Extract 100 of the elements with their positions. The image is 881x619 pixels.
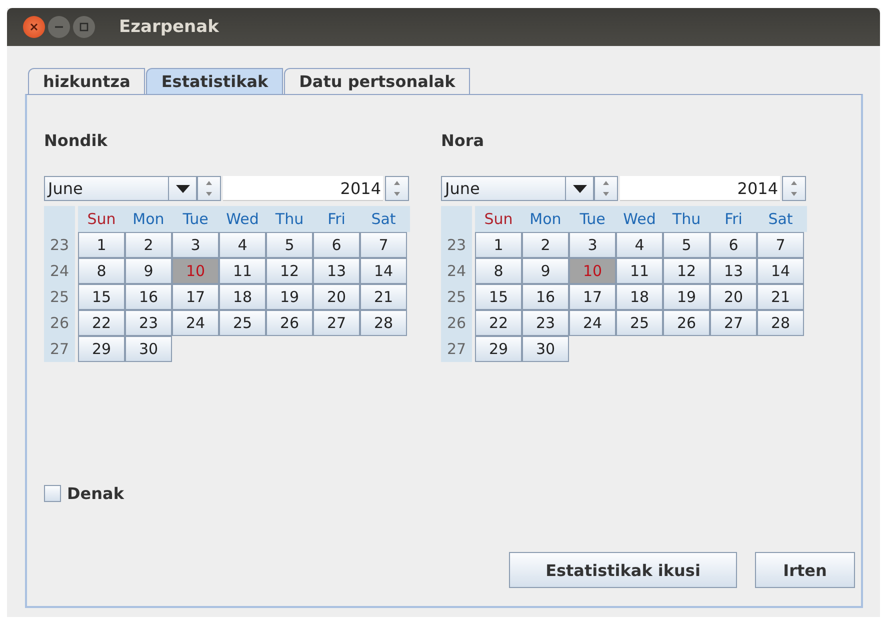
day-button[interactable]: 20 xyxy=(313,284,360,310)
year-field[interactable]: 2014 xyxy=(620,176,780,201)
day-button[interactable]: 1 xyxy=(475,232,522,258)
week-number: 25 xyxy=(441,284,472,310)
day-button[interactable]: 7 xyxy=(360,232,407,258)
tab[interactable]: hizkuntza xyxy=(28,68,146,94)
day-button[interactable]: 2 xyxy=(522,232,569,258)
day-button[interactable]: 12 xyxy=(663,258,710,284)
weekday-label: Wed xyxy=(622,209,657,230)
spinner-button[interactable] xyxy=(782,176,806,201)
day-button[interactable]: 14 xyxy=(360,258,407,284)
day-button[interactable]: 25 xyxy=(616,310,663,336)
tab[interactable]: Estatistikak xyxy=(146,68,284,94)
day-button[interactable]: 3 xyxy=(569,232,616,258)
day-button[interactable]: 1 xyxy=(78,232,125,258)
day-button[interactable]: 9 xyxy=(522,258,569,284)
day-button[interactable]: 12 xyxy=(266,258,313,284)
day-button[interactable]: 8 xyxy=(475,258,522,284)
day-button[interactable]: 27 xyxy=(710,310,757,336)
month-dropdown[interactable]: June xyxy=(441,176,594,201)
maximize-icon xyxy=(79,22,89,32)
weekday-label: Sat xyxy=(767,209,794,230)
day-button[interactable]: 4 xyxy=(219,232,266,258)
day-button[interactable]: 28 xyxy=(757,310,804,336)
day-button[interactable]: 4 xyxy=(616,232,663,258)
up-arrow-icon xyxy=(394,180,400,185)
day-button[interactable]: 19 xyxy=(266,284,313,310)
maximize-button[interactable] xyxy=(73,16,95,38)
day-button[interactable]: 29 xyxy=(78,336,125,362)
day-button[interactable]: 24 xyxy=(172,310,219,336)
weekday-label: Thu xyxy=(274,209,305,230)
day-button[interactable]: 5 xyxy=(266,232,313,258)
day-button[interactable]: 11 xyxy=(219,258,266,284)
spinner-button[interactable] xyxy=(594,176,618,201)
day-button[interactable]: 18 xyxy=(616,284,663,310)
week-number: 26 xyxy=(441,310,472,336)
day-button[interactable]: 29 xyxy=(475,336,522,362)
day-button[interactable]: 27 xyxy=(313,310,360,336)
day-button[interactable]: 28 xyxy=(360,310,407,336)
day-button[interactable]: 17 xyxy=(172,284,219,310)
day-button[interactable]: 19 xyxy=(663,284,710,310)
week-number: 24 xyxy=(44,258,75,284)
week-number: 23 xyxy=(441,232,472,258)
day-button[interactable]: 23 xyxy=(125,310,172,336)
day-button[interactable]: 14 xyxy=(757,258,804,284)
day-button[interactable]: 30 xyxy=(522,336,569,362)
down-arrow-icon xyxy=(791,192,797,196)
button[interactable]: Irten xyxy=(755,552,855,588)
day-button[interactable]: 23 xyxy=(522,310,569,336)
week-number: 25 xyxy=(44,284,75,310)
day-button[interactable]: 22 xyxy=(475,310,522,336)
close-icon xyxy=(29,22,39,32)
day-button[interactable]: 26 xyxy=(266,310,313,336)
weekday-label: Sun xyxy=(86,209,117,230)
day-button[interactable]: 6 xyxy=(313,232,360,258)
day-button[interactable]: 11 xyxy=(616,258,663,284)
day-button[interactable]: 18 xyxy=(219,284,266,310)
day-button[interactable]: 5 xyxy=(663,232,710,258)
year-field[interactable]: 2014 xyxy=(223,176,383,201)
button[interactable]: Estatistikak ikusi xyxy=(509,552,737,588)
day-button[interactable]: 26 xyxy=(663,310,710,336)
checkbox[interactable] xyxy=(44,485,61,502)
close-button[interactable] xyxy=(23,16,45,38)
day-button[interactable]: 25 xyxy=(219,310,266,336)
weekday-label: Mon xyxy=(528,209,562,230)
month-dropdown[interactable]: June xyxy=(44,176,197,201)
week-number: 26 xyxy=(44,310,75,336)
day-button[interactable]: 21 xyxy=(360,284,407,310)
day-button[interactable]: 6 xyxy=(710,232,757,258)
day-button[interactable]: 16 xyxy=(125,284,172,310)
day-button[interactable]: 15 xyxy=(78,284,125,310)
weekday-label: Fri xyxy=(326,209,346,230)
day-button[interactable]: 16 xyxy=(522,284,569,310)
tab[interactable]: Datu pertsonalak xyxy=(284,68,470,94)
day-button[interactable]: 3 xyxy=(172,232,219,258)
weekday-label: Wed xyxy=(225,209,260,230)
day-button[interactable]: 30 xyxy=(125,336,172,362)
day-button[interactable]: 17 xyxy=(569,284,616,310)
day-button[interactable]: 20 xyxy=(710,284,757,310)
week-number: 23 xyxy=(44,232,75,258)
day-button[interactable]: 22 xyxy=(78,310,125,336)
day-button[interactable]: 7 xyxy=(757,232,804,258)
day-button[interactable]: 13 xyxy=(313,258,360,284)
week-number: 27 xyxy=(441,336,472,362)
dropdown-arrow-icon xyxy=(176,184,190,192)
section-label: Nora xyxy=(441,131,486,151)
day-button[interactable]: 13 xyxy=(710,258,757,284)
checkbox-label: Denak xyxy=(67,484,124,503)
day-button[interactable]: 8 xyxy=(78,258,125,284)
spinner-button[interactable] xyxy=(197,176,221,201)
down-arrow-icon xyxy=(206,192,212,196)
weekday-label: Fri xyxy=(724,209,744,230)
minimize-button[interactable] xyxy=(48,16,70,38)
day-button[interactable]: 21 xyxy=(757,284,804,310)
up-arrow-icon xyxy=(603,180,609,185)
day-button[interactable]: 9 xyxy=(125,258,172,284)
day-button[interactable]: 24 xyxy=(569,310,616,336)
spinner-button[interactable] xyxy=(385,176,409,201)
day-button[interactable]: 15 xyxy=(475,284,522,310)
day-button[interactable]: 2 xyxy=(125,232,172,258)
